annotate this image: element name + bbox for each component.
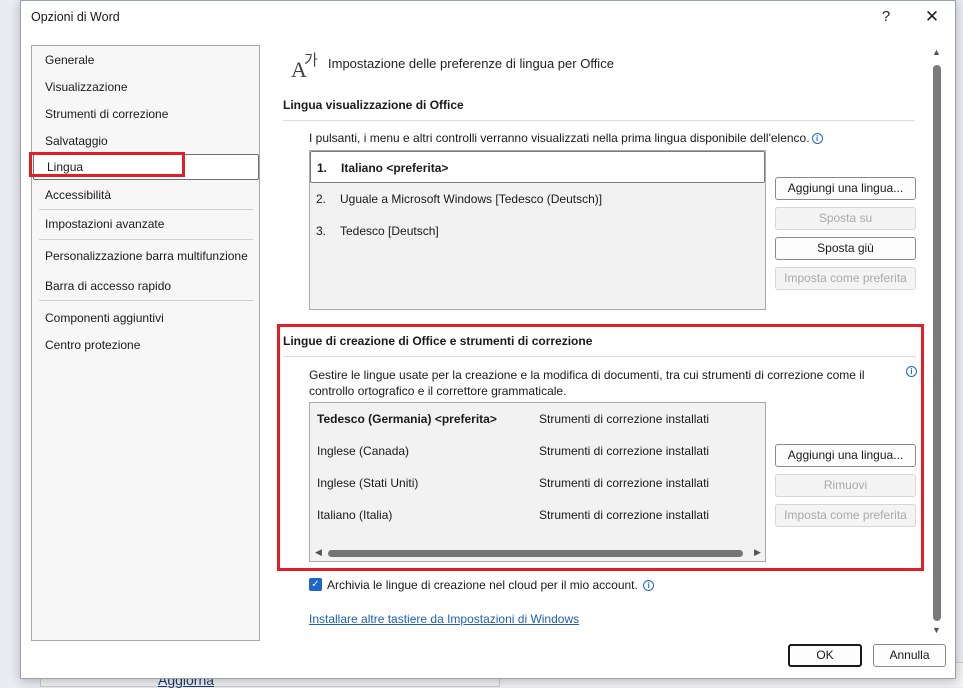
- scrollbar-thumb[interactable]: [933, 65, 941, 621]
- info-icon[interactable]: i: [643, 580, 655, 591]
- table-row[interactable]: Tedesco (Germania) <preferita> Strumenti…: [311, 403, 765, 435]
- language-name: Inglese (Canada): [317, 444, 410, 458]
- ok-button[interactable]: OK: [788, 644, 862, 667]
- language-icon: A 가: [291, 49, 325, 82]
- table-row[interactable]: Inglese (Canada) Strumenti di correzione…: [311, 435, 765, 467]
- scroll-left-icon[interactable]: ◀: [315, 547, 322, 558]
- list-item[interactable]: 3. Tedesco [Deutsch]: [310, 215, 765, 247]
- close-icon[interactable]: ✕: [917, 4, 947, 30]
- add-authoring-language-button[interactable]: Aggiungi una lingua...: [775, 444, 916, 467]
- scroll-down-icon[interactable]: ▼: [932, 625, 941, 635]
- word-options-dialog: Opzioni di Word ? ✕ Generale Visualizzaz…: [20, 0, 956, 679]
- sidebar-divider: [39, 239, 253, 240]
- list-item[interactable]: 2. Uguale a Microsoft Windows [Tedesco (…: [310, 183, 765, 215]
- vertical-scrollbar[interactable]: ▲ ▼: [930, 45, 944, 639]
- table-row[interactable]: Italiano (Italia) Strumenti di correzion…: [311, 499, 765, 531]
- scroll-up-icon[interactable]: ▲: [932, 47, 941, 57]
- remove-button[interactable]: Rimuovi: [775, 474, 916, 497]
- horizontal-scrollbar[interactable]: ◀ ▶: [311, 546, 765, 560]
- language-status: Strumenti di correzione installati: [539, 476, 710, 490]
- display-language-list[interactable]: 1. Italiano <preferita> 2. Uguale a Micr…: [309, 150, 766, 310]
- add-display-language-button[interactable]: Aggiungi una lingua...: [775, 177, 916, 200]
- sidebar-item-centro-protezione[interactable]: Centro protezione: [32, 332, 259, 358]
- install-keyboards-link[interactable]: Installare altre tastiere da Impostazion…: [309, 612, 579, 626]
- section-divider: [283, 356, 915, 357]
- section-title-authoring-languages: Lingue di creazione di Office e strument…: [283, 334, 593, 348]
- highlight-lingua: [29, 152, 185, 177]
- display-language-description: I pulsanti, i menu e altri controlli ver…: [309, 130, 823, 146]
- sidebar-divider: [39, 300, 253, 301]
- authoring-description: Gestire le lingue usate per la creazione…: [309, 368, 865, 398]
- list-item-label: Tedesco [Deutsch]: [340, 224, 439, 238]
- table-row[interactable]: Inglese (Stati Uniti) Strumenti di corre…: [311, 467, 765, 499]
- sidebar-divider: [39, 209, 253, 210]
- sidebar-item-accessibilita[interactable]: Accessibilità: [32, 182, 259, 208]
- dialog-title: Opzioni di Word: [31, 10, 120, 24]
- language-status: Strumenti di correzione installati: [539, 508, 710, 522]
- scroll-right-icon[interactable]: ▶: [754, 547, 761, 558]
- list-item-number: 2.: [316, 192, 327, 206]
- list-item-number: 1.: [317, 161, 328, 175]
- set-preferred-display-button[interactable]: Imposta come preferita: [775, 267, 916, 290]
- language-name: Tedesco (Germania) <preferita>: [317, 412, 497, 426]
- authoring-language-list[interactable]: Tedesco (Germania) <preferita> Strumenti…: [309, 402, 766, 562]
- sidebar-item-generale[interactable]: Generale: [32, 47, 259, 73]
- section-title-display-language: Lingua visualizzazione di Office: [283, 98, 464, 112]
- scrollbar-thumb[interactable]: [328, 550, 743, 557]
- sidebar-item-salvataggio[interactable]: Salvataggio: [32, 128, 259, 154]
- language-name: Italiano (Italia): [317, 508, 393, 522]
- language-icon-hangul: 가: [304, 53, 318, 69]
- sidebar: Generale Visualizzazione Strumenti di co…: [31, 45, 260, 641]
- move-up-button[interactable]: Sposta su: [775, 207, 916, 230]
- cloud-checkbox[interactable]: ✓: [309, 578, 322, 591]
- language-name: Inglese (Stati Uniti): [317, 476, 419, 490]
- section-divider: [283, 120, 915, 121]
- list-item-number: 3.: [316, 224, 327, 238]
- display-language-description-text: I pulsanti, i menu e altri controlli ver…: [309, 131, 810, 145]
- help-button[interactable]: ?: [871, 4, 901, 30]
- cloud-checkbox-label: Archivia le lingue di creazione nel clou…: [327, 578, 638, 592]
- list-item[interactable]: 1. Italiano <preferita>: [310, 151, 765, 183]
- sidebar-item-componenti-aggiuntivi[interactable]: Componenti aggiuntivi: [32, 305, 259, 331]
- cancel-button[interactable]: Annulla: [873, 644, 946, 667]
- language-status: Strumenti di correzione installati: [539, 412, 710, 426]
- set-preferred-authoring-button[interactable]: Imposta come preferita: [775, 504, 916, 527]
- sidebar-item-barra-accesso-rapido[interactable]: Barra di accesso rapido: [32, 273, 259, 299]
- sidebar-item-visualizzazione[interactable]: Visualizzazione: [32, 74, 259, 100]
- list-item-label: Italiano <preferita>: [341, 161, 449, 175]
- info-icon[interactable]: i: [906, 366, 917, 377]
- sidebar-item-strumenti-correzione[interactable]: Strumenti di correzione: [32, 101, 259, 127]
- cloud-checkbox-label-row: Archivia le lingue di creazione nel clou…: [327, 578, 655, 592]
- info-icon[interactable]: i: [811, 133, 823, 144]
- list-item-label: Uguale a Microsoft Windows [Tedesco (Deu…: [340, 192, 603, 206]
- sidebar-item-personalizzazione-barra[interactable]: Personalizzazione barra multifunzione: [32, 243, 259, 269]
- move-down-button[interactable]: Sposta giù: [775, 237, 916, 260]
- page-title: Impostazione delle preferenze di lingua …: [328, 56, 614, 71]
- sidebar-item-impostazioni-avanzate[interactable]: Impostazioni avanzate: [32, 211, 259, 237]
- language-status: Strumenti di correzione installati: [539, 444, 710, 458]
